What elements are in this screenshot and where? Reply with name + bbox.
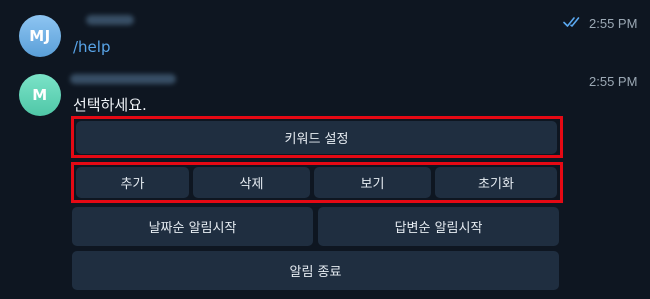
double-check-icon (563, 17, 580, 27)
date-order-alert-start-button[interactable]: 날짜순 알림시작 (72, 207, 313, 246)
sender-name-redacted (86, 15, 134, 25)
avatar-mj[interactable]: MJ (19, 15, 61, 57)
avatar-m[interactable]: M (19, 74, 61, 116)
view-button[interactable]: 보기 (314, 167, 431, 198)
sender-name-redacted (70, 74, 176, 84)
alert-stop-button[interactable]: 알림 종료 (72, 251, 559, 290)
add-button[interactable]: 추가 (76, 167, 189, 198)
message-time: 2:55 PM (589, 74, 638, 89)
delete-button[interactable]: 삭제 (193, 167, 310, 198)
message-text-select: 선택하세요. (73, 96, 147, 114)
reset-button[interactable]: 초기화 (435, 167, 557, 198)
message-time: 2:55 PM (589, 16, 638, 31)
answer-order-alert-start-button[interactable]: 답변순 알림시작 (318, 207, 559, 246)
chat-history: MJ /help 2:55 PM M 선택하세요. 2:55 PM 키워드 설정… (0, 0, 650, 299)
keyword-settings-button[interactable]: 키워드 설정 (76, 121, 557, 154)
message-text-help[interactable]: /help (73, 38, 110, 56)
